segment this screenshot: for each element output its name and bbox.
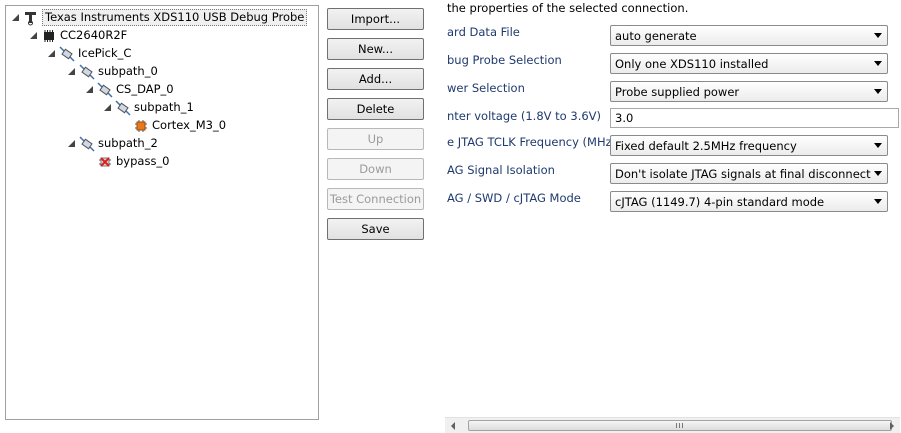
scrollbar-thumb[interactable]: [468, 420, 892, 431]
tree-node-cc2640r2f[interactable]: CC2640R2F: [29, 27, 127, 44]
select-value: Probe supplied power: [615, 84, 740, 99]
jtag-signal-isolation-select[interactable]: Don't isolate JTAG signals at final disc…: [610, 163, 888, 184]
connection-tree[interactable]: Texas Instruments XDS110 USB Debug Probe…: [5, 5, 319, 420]
tree-node-cs-dap-0[interactable]: CS_DAP_0: [85, 81, 174, 98]
debug-probe-selection-select[interactable]: Only one XDS110 installed: [610, 53, 888, 74]
scroll-right-icon[interactable]: [884, 418, 900, 433]
property-label-jtag-mode: AG / SWD / cJTAG Mode: [447, 191, 581, 205]
horizontal-scrollbar[interactable]: [445, 417, 900, 433]
up-button[interactable]: Up: [327, 128, 424, 150]
tree-node-subpath-0[interactable]: subpath_0: [67, 63, 158, 80]
bypass-icon: [97, 154, 113, 170]
tree-node-label: Cortex_M3_0: [152, 118, 227, 132]
delete-button[interactable]: Delete: [327, 98, 424, 120]
tree-node-subpath-1[interactable]: subpath_1: [103, 99, 194, 116]
input-value: 3.0: [615, 111, 634, 125]
tree-node-label: subpath_0: [98, 64, 158, 78]
cpu-icon: [133, 118, 149, 134]
properties-header: the properties of the selected connectio…: [447, 1, 689, 15]
chevron-down-icon: [874, 61, 882, 66]
down-button[interactable]: Down: [327, 158, 424, 180]
router-icon: [115, 99, 131, 116]
expanded-triangle-icon[interactable]: [47, 49, 56, 58]
select-value: auto generate: [615, 28, 697, 43]
import-button[interactable]: Import...: [327, 8, 424, 30]
chevron-down-icon: [874, 143, 882, 148]
expanded-triangle-icon[interactable]: [67, 139, 76, 148]
save-button[interactable]: Save: [327, 218, 424, 240]
tree-node-label: CC2640R2F: [60, 28, 128, 42]
router-icon: [97, 81, 113, 98]
expanded-triangle-icon[interactable]: [11, 13, 20, 22]
tree-node-label: bypass_0: [116, 154, 170, 168]
chevron-down-icon: [874, 199, 882, 204]
test-connection-button[interactable]: Test Connection: [327, 188, 424, 210]
select-value: Only one XDS110 installed: [615, 56, 769, 71]
property-label-target-voltage: nter voltage (1.8V to 3.6V): [447, 109, 602, 123]
select-value: cJTAG (1149.7) 4-pin standard mode: [615, 194, 825, 209]
chevron-down-icon: [874, 89, 882, 94]
property-label-tclk-frequency: e JTAG TCLK Frequency (MHz): [447, 135, 617, 149]
tree-node-bypass-0[interactable]: bypass_0: [97, 153, 170, 170]
jtag-mode-select[interactable]: cJTAG (1149.7) 4-pin standard mode: [610, 191, 888, 212]
tree-node-label: Texas Instruments XDS110 USB Debug Probe: [42, 9, 308, 26]
tree-node-icepick[interactable]: IcePick_C: [47, 45, 131, 62]
new-button[interactable]: New...: [327, 38, 424, 60]
property-label-power-selection: wer Selection: [447, 81, 525, 95]
property-label-board-data-file: ard Data File: [447, 25, 520, 39]
router-icon: [79, 135, 95, 152]
probe-icon: [23, 10, 39, 26]
target-voltage-input[interactable]: 3.0: [610, 108, 899, 128]
property-label-debug-probe-selection: bug Probe Selection: [447, 53, 562, 67]
tree-node-subpath-2[interactable]: subpath_2: [67, 135, 158, 152]
tree-node-label: IcePick_C: [78, 46, 132, 60]
expanded-triangle-icon[interactable]: [85, 85, 94, 94]
chevron-down-icon: [874, 171, 882, 176]
tree-node-label: CS_DAP_0: [116, 82, 174, 96]
scroll-left-icon[interactable]: [445, 418, 461, 433]
grip-icon: [676, 423, 684, 428]
expanded-triangle-icon[interactable]: [29, 31, 38, 40]
router-icon: [59, 45, 75, 62]
add-button[interactable]: Add...: [327, 68, 424, 90]
board-data-file-select[interactable]: auto generate: [610, 25, 888, 46]
power-selection-select[interactable]: Probe supplied power: [610, 81, 888, 102]
select-value: Don't isolate JTAG signals at final disc…: [615, 166, 871, 181]
tree-node-probe[interactable]: Texas Instruments XDS110 USB Debug Probe: [11, 9, 308, 26]
property-label-jtag-signal-isolation: AG Signal Isolation: [447, 163, 555, 177]
tree-node-cortex-m3-0[interactable]: Cortex_M3_0: [133, 117, 226, 134]
chevron-down-icon: [874, 33, 882, 38]
tclk-frequency-select[interactable]: Fixed default 2.5MHz frequency: [610, 135, 888, 156]
router-icon: [79, 63, 95, 80]
chip-icon: [41, 28, 57, 44]
expanded-triangle-icon[interactable]: [103, 103, 112, 112]
tree-node-label: subpath_1: [134, 100, 194, 114]
tree-node-label: subpath_2: [98, 136, 158, 150]
select-value: Fixed default 2.5MHz frequency: [615, 138, 797, 153]
expanded-triangle-icon[interactable]: [67, 67, 76, 76]
